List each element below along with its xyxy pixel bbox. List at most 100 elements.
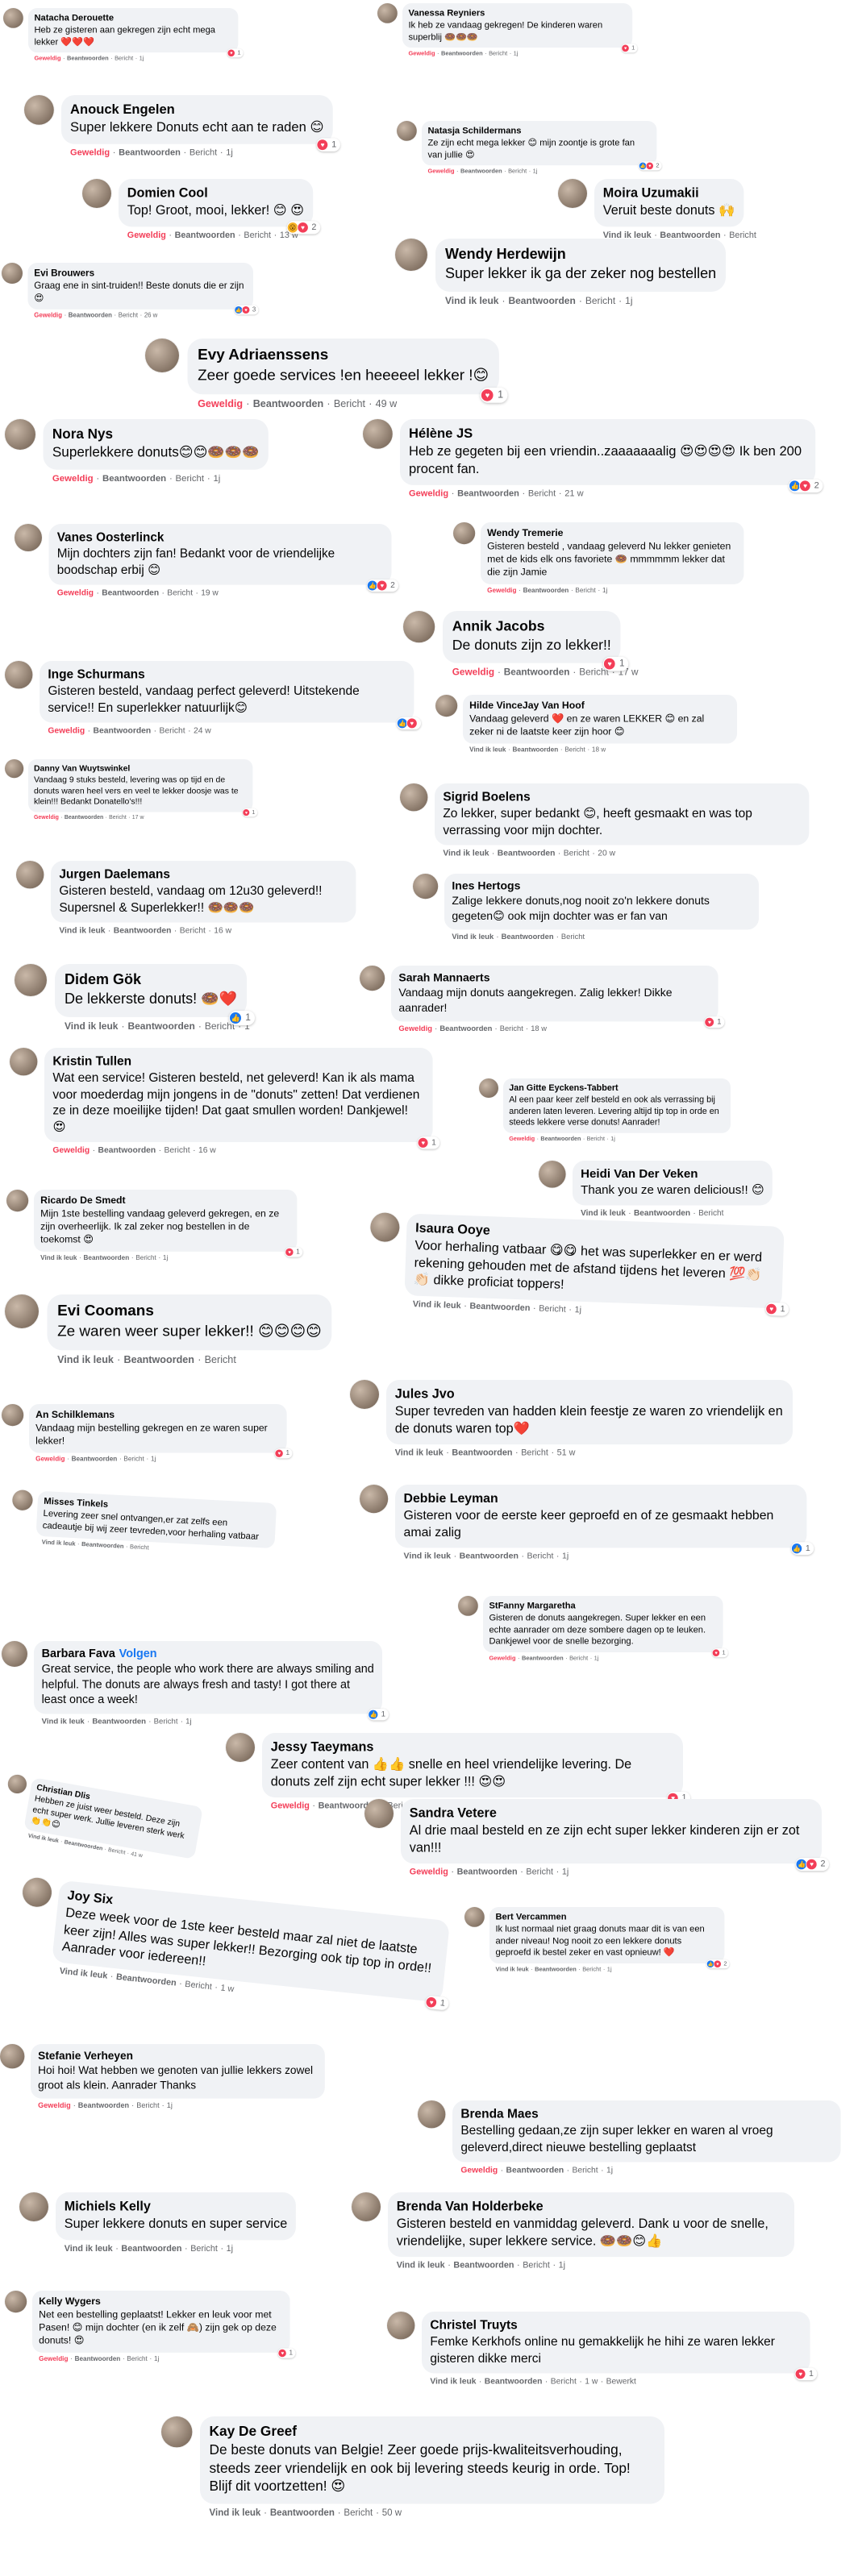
avatar[interactable]: [363, 419, 393, 449]
message-button[interactable]: Bericht: [205, 1353, 236, 1365]
comment-timestamp[interactable]: 50 w: [382, 2507, 402, 2517]
comment-timestamp[interactable]: 1j: [607, 1965, 612, 1972]
avatar[interactable]: [418, 2100, 446, 2129]
avatar[interactable]: [226, 1733, 255, 1762]
reaction-summary[interactable]: 👍 ♥ 2: [639, 161, 662, 171]
message-button[interactable]: Bericht: [500, 1024, 523, 1033]
reply-button[interactable]: Beantwoorden: [460, 168, 502, 175]
commenter-name-text[interactable]: Barbara Fava: [42, 1647, 115, 1660]
avatar[interactable]: [10, 1048, 38, 1076]
reaction-summary[interactable]: ♥1: [316, 138, 340, 152]
reply-button[interactable]: Beantwoorden: [485, 2376, 543, 2386]
reaction-summary[interactable]: ♥1: [274, 1448, 293, 1459]
message-button[interactable]: Bericht: [165, 1145, 190, 1154]
avatar[interactable]: [0, 2044, 25, 2069]
like-button[interactable]: Vind ik leuk: [443, 848, 489, 858]
message-button[interactable]: Bericht: [190, 2243, 218, 2254]
comment-timestamp[interactable]: 41 w: [131, 1850, 144, 1859]
commenter-name[interactable]: Jan Gitte Eyckens-Tabbert: [509, 1082, 725, 1094]
commenter-name[interactable]: Hilde VinceJay Van Hoof: [469, 699, 731, 712]
message-button[interactable]: Bericht: [489, 50, 507, 57]
like-button[interactable]: Vind ik leuk: [495, 1965, 528, 1972]
message-button[interactable]: Bericht: [136, 2101, 159, 2110]
reply-button[interactable]: Beantwoorden: [119, 147, 181, 157]
reply-button[interactable]: Beantwoorden: [69, 312, 112, 319]
like-button[interactable]: Vind ik leuk: [397, 2260, 445, 2271]
commenter-name-text[interactable]: Brenda Van Holderbeke: [397, 2199, 544, 2213]
comment-timestamp[interactable]: 24 w: [194, 725, 211, 735]
commenter-name-text[interactable]: Hélène JS: [409, 426, 473, 440]
avatar[interactable]: [2, 1641, 27, 1667]
message-button[interactable]: Bericht: [698, 1208, 723, 1218]
commenter-name[interactable]: Jules Jvo: [395, 1386, 784, 1402]
like-button[interactable]: Vind ik leuk: [40, 1253, 77, 1261]
reaction-summary[interactable]: ♥1: [242, 808, 258, 817]
reaction-summary[interactable]: ♥1: [704, 1016, 725, 1028]
commenter-name-text[interactable]: Stefanie Verheyen: [38, 2050, 133, 2062]
avatar[interactable]: [377, 3, 398, 23]
comment-timestamp[interactable]: 1j: [594, 1654, 599, 1661]
reply-button[interactable]: Beantwoorden: [65, 814, 103, 821]
like-button[interactable]: Vind ik leuk: [581, 1208, 626, 1218]
comment-timestamp[interactable]: 19 w: [201, 588, 219, 597]
commenter-name-text[interactable]: StFanny Margaretha: [489, 1601, 575, 1610]
reply-button[interactable]: Beantwoorden: [457, 488, 519, 499]
commenter-name[interactable]: Michiels Kelly: [65, 2198, 287, 2215]
like-button[interactable]: Geweldig: [52, 472, 94, 483]
reaction-summary[interactable]: ♥1: [481, 387, 508, 403]
commenter-name[interactable]: Brenda Van Holderbeke: [397, 2198, 785, 2215]
commenter-name-text[interactable]: Natacha Derouette: [34, 13, 114, 23]
reply-button[interactable]: Beantwoorden: [439, 1024, 492, 1033]
commenter-name-text[interactable]: Vanes Oosterlinck: [57, 530, 165, 544]
reply-button[interactable]: Beantwoorden: [84, 1253, 130, 1261]
avatar[interactable]: [453, 522, 476, 545]
like-button[interactable]: Vind ik leuk: [59, 1965, 108, 1980]
like-button[interactable]: Geweldig: [39, 2354, 68, 2362]
avatar[interactable]: [82, 179, 111, 208]
comment-timestamp[interactable]: 16 w: [198, 1145, 216, 1154]
commenter-name[interactable]: Natacha Derouette: [34, 12, 232, 24]
like-button[interactable]: Geweldig: [70, 147, 110, 157]
like-button[interactable]: Geweldig: [271, 1801, 310, 1811]
comment-timestamp[interactable]: 1j: [562, 1551, 569, 1560]
reply-button[interactable]: Beantwoorden: [523, 586, 569, 594]
commenter-name[interactable]: StFanny Margaretha: [489, 1600, 717, 1612]
reaction-summary[interactable]: ♥1: [712, 1647, 728, 1657]
comment-timestamp[interactable]: 1j: [140, 55, 144, 62]
like-button[interactable]: Vind ik leuk: [42, 1716, 85, 1725]
avatar[interactable]: [6, 1773, 28, 1795]
message-button[interactable]: Bericht: [154, 1716, 178, 1725]
reply-button[interactable]: Beantwoorden: [127, 1020, 194, 1032]
commenter-name-text[interactable]: Heidi Van Der Veken: [581, 1167, 698, 1181]
message-button[interactable]: Bericht: [575, 586, 595, 594]
avatar[interactable]: [350, 1380, 379, 1409]
comment-timestamp[interactable]: 1 w: [220, 1982, 235, 1993]
commenter-name-text[interactable]: Ines Hertogs: [452, 879, 520, 892]
reaction-summary[interactable]: ♥1: [285, 1247, 303, 1257]
like-button[interactable]: Geweldig: [34, 55, 60, 62]
message-button[interactable]: Bericht: [123, 1455, 144, 1463]
commenter-name[interactable]: Kay De Greef: [210, 2423, 656, 2441]
reaction-summary[interactable]: ♥1: [425, 1995, 450, 2011]
message-button[interactable]: Bericht: [190, 147, 217, 157]
reply-button[interactable]: Beantwoorden: [504, 666, 570, 677]
comment-timestamp[interactable]: 1 w: [585, 2376, 598, 2386]
like-button[interactable]: Vind ik leuk: [395, 1448, 444, 1458]
commenter-name[interactable]: Bert Vercammen: [495, 1911, 718, 1923]
message-button[interactable]: Bericht: [160, 725, 185, 735]
commenter-name[interactable]: Brenda Maes: [460, 2106, 832, 2122]
like-button[interactable]: Geweldig: [410, 1867, 448, 1877]
message-button[interactable]: Bericht: [561, 933, 585, 941]
message-button[interactable]: Bericht: [564, 746, 585, 754]
commenter-name-text[interactable]: Sandra Vetere: [410, 1805, 497, 1820]
reply-button[interactable]: Beantwoorden: [508, 295, 575, 306]
avatar[interactable]: [5, 1294, 39, 1328]
commenter-name[interactable]: An Schilklemans: [35, 1408, 280, 1421]
reaction-summary[interactable]: 👍 ♥ 2: [367, 579, 398, 592]
commenter-name[interactable]: Sigrid Boelens: [443, 789, 801, 805]
commenter-name[interactable]: Debbie Leyman: [404, 1490, 798, 1507]
commenter-name[interactable]: Stefanie Verheyen: [38, 2049, 318, 2063]
commenter-name-text[interactable]: Kelly Wygers: [39, 2296, 101, 2307]
commenter-name[interactable]: Hélène JS: [409, 425, 806, 442]
message-button[interactable]: Bericht: [582, 1965, 601, 1972]
